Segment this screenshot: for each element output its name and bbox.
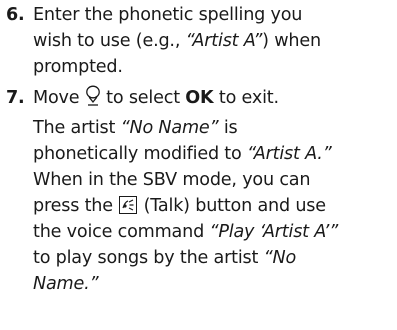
step-text-line: prompted. — [33, 54, 397, 80]
artist-name: “Artist A.” — [246, 144, 332, 164]
step-text-line: Move to select OK to exit. — [33, 85, 397, 115]
text: (Talk) button and use — [138, 196, 326, 216]
step-number: 6. — [6, 5, 25, 25]
artist-name: “No Name” — [120, 118, 219, 138]
step-6: 6. Enter the phonetic spelling you wish … — [0, 2, 397, 80]
text: ) when — [262, 31, 321, 51]
instruction-document: 6. Enter the phonetic spelling you wish … — [0, 0, 397, 297]
text: When in the SBV mode, you can — [33, 170, 311, 190]
artist-name: Name.” — [33, 274, 99, 294]
voice-command: “Play ‘Artist A’” — [209, 222, 339, 242]
step-text-line: The artist “No Name” is — [33, 115, 397, 141]
step-text-line: press the (Talk) button and use — [33, 193, 397, 219]
text: Move — [33, 88, 85, 108]
text: The artist — [33, 118, 121, 138]
text: press the — [33, 196, 119, 216]
text: to select — [100, 88, 186, 108]
text: phonetically modified to — [33, 144, 247, 164]
text: wish to use (e.g., — [33, 31, 186, 51]
ok-label: OK — [185, 88, 214, 108]
text: to exit. — [213, 88, 279, 108]
text: Enter the phonetic spelling you — [33, 5, 303, 25]
step-7: 7. Move to select OK to exit. The artist… — [0, 85, 397, 297]
example-text: “Artist A” — [185, 31, 263, 51]
step-text-line: to play songs by the artist “No — [33, 245, 397, 271]
talk-button-icon — [119, 196, 138, 214]
step-text-line: Name.” — [33, 271, 397, 297]
step-number: 7. — [6, 88, 25, 108]
step-text-line: wish to use (e.g., “Artist A”) when — [33, 28, 397, 54]
text: prompted. — [33, 57, 123, 77]
step-text-line: phonetically modified to “Artist A.” — [33, 141, 397, 167]
artist-name: “No — [263, 248, 297, 268]
joystick-down-icon — [85, 85, 101, 115]
text: the voice command — [33, 222, 210, 242]
step-text-line: Enter the phonetic spelling you — [33, 2, 397, 28]
step-text-line: the voice command “Play ‘Artist A’” — [33, 219, 397, 245]
text: is — [218, 118, 238, 138]
step-text-line: When in the SBV mode, you can — [33, 167, 397, 193]
text: to play songs by the artist — [33, 248, 264, 268]
